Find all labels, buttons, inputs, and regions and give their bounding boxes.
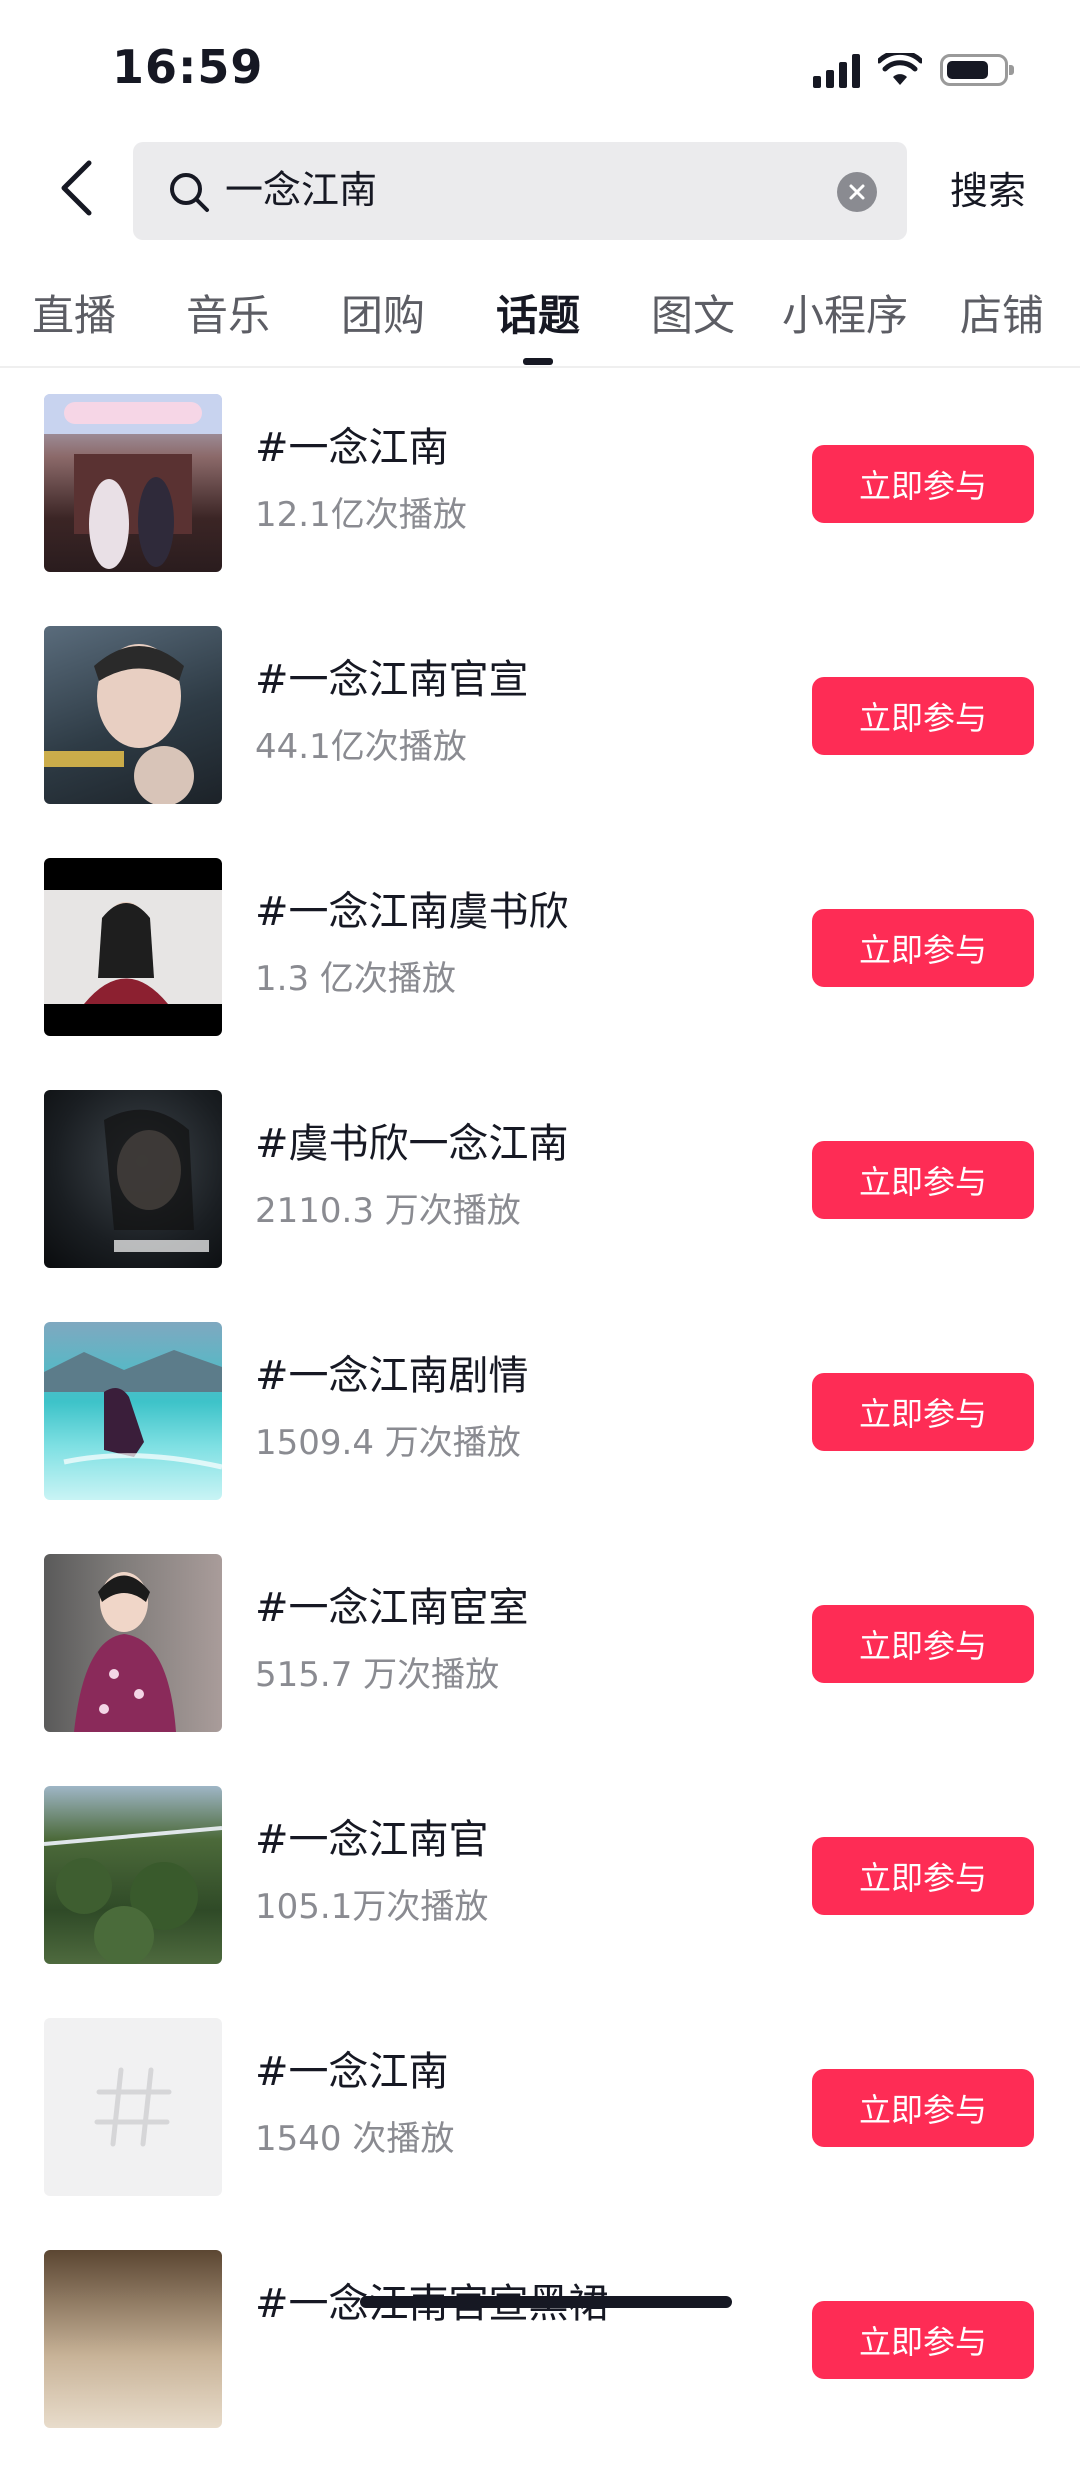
tab-group-buy[interactable]: 团购 [341, 288, 425, 344]
join-button[interactable]: 立即参与 [812, 1837, 1034, 1915]
topic-name: #一念江南剧情 [255, 1353, 529, 1399]
topic-play-count: 515.7 万次播放 [255, 1655, 500, 1695]
battery-icon [940, 54, 1014, 86]
tab-image-text[interactable]: 图文 [651, 288, 735, 344]
close-icon [849, 184, 865, 200]
join-button[interactable]: 立即参与 [812, 1141, 1034, 1219]
topic-name: #虞书欣一念江南 [255, 1121, 569, 1167]
tab-topics[interactable]: 话题 [496, 288, 580, 344]
search-input[interactable]: 一念江南 [133, 142, 907, 240]
join-button[interactable]: 立即参与 [812, 2069, 1034, 2147]
topic-thumbnail [44, 1322, 222, 1500]
topic-play-count: 12.1亿次播放 [255, 495, 467, 535]
join-button[interactable]: 立即参与 [812, 445, 1034, 523]
list-item[interactable]: #一念江南 12.1亿次播放 立即参与 [0, 378, 1080, 610]
topic-name: #一念江南官 [255, 1817, 489, 1863]
list-item[interactable]: #一念江南官 105.1万次播放 立即参与 [0, 1770, 1080, 2002]
topic-play-count: 1509.4 万次播放 [255, 1423, 521, 1463]
list-item[interactable]: #一念江南官宣 44.1亿次播放 立即参与 [0, 610, 1080, 842]
join-button[interactable]: 立即参与 [812, 677, 1034, 755]
wifi-icon [878, 53, 922, 85]
topic-thumbnail [44, 1090, 222, 1268]
status-time: 16:59 [112, 40, 264, 94]
category-tabs: 直播 音乐 团购 话题 图文 小程序 店铺 [0, 270, 1080, 368]
topic-thumbnail [44, 858, 222, 1036]
clear-icon[interactable] [837, 172, 877, 212]
topic-thumbnail [44, 2250, 222, 2428]
hashtag-icon [94, 2067, 172, 2147]
active-tab-indicator [523, 358, 553, 365]
chevron-left-icon [61, 160, 92, 216]
tab-mini-programs[interactable]: 小程序 [782, 288, 908, 344]
tab-music[interactable]: 音乐 [186, 288, 270, 344]
status-icons [813, 48, 1014, 92]
join-button[interactable]: 立即参与 [812, 1373, 1034, 1451]
list-item[interactable]: #一念江南官宣黑裙 立即参与 [0, 2234, 1080, 2466]
topic-thumbnail [44, 1786, 222, 1964]
back-button[interactable] [44, 156, 108, 220]
cellular-signal-icon [813, 52, 860, 88]
list-item[interactable]: #一念江南 1540 次播放 立即参与 [0, 2002, 1080, 2234]
topic-name: #一念江南宦室 [255, 1585, 529, 1631]
join-button[interactable]: 立即参与 [812, 2301, 1034, 2379]
join-button[interactable]: 立即参与 [812, 909, 1034, 987]
topic-play-count: 2110.3 万次播放 [255, 1191, 521, 1231]
topic-list: #一念江南 12.1亿次播放 立即参与 #一念江南官宣 44.1亿次播放 立即参… [0, 378, 1080, 2466]
join-button[interactable]: 立即参与 [812, 1605, 1034, 1683]
tab-stores[interactable]: 店铺 [960, 288, 1044, 344]
topic-play-count: 1.3 亿次播放 [255, 959, 456, 999]
topic-play-count: 44.1亿次播放 [255, 727, 467, 767]
topic-name: #一念江南官宣 [255, 657, 529, 703]
search-icon [170, 173, 209, 212]
list-item[interactable]: #虞书欣一念江南 2110.3 万次播放 立即参与 [0, 1074, 1080, 1306]
status-bar: 16:59 [0, 0, 1080, 130]
topic-name: #一念江南虞书欣 [255, 889, 569, 935]
list-item[interactable]: #一念江南宦室 515.7 万次播放 立即参与 [0, 1538, 1080, 1770]
search-row: 一念江南 搜索 [0, 138, 1080, 242]
search-button[interactable]: 搜索 [950, 166, 1026, 216]
topic-thumbnail [44, 394, 222, 572]
topic-thumbnail [44, 1554, 222, 1732]
search-query: 一念江南 [225, 168, 378, 212]
list-item[interactable]: #一念江南虞书欣 1.3 亿次播放 立即参与 [0, 842, 1080, 1074]
topic-play-count: 1540 次播放 [255, 2119, 455, 2159]
home-indicator[interactable] [360, 2296, 732, 2308]
topic-play-count: 105.1万次播放 [255, 1887, 489, 1927]
list-item[interactable]: #一念江南剧情 1509.4 万次播放 立即参与 [0, 1306, 1080, 1538]
topic-thumbnail [44, 2018, 222, 2196]
topic-name: #一念江南 [255, 425, 449, 471]
tab-live[interactable]: 直播 [32, 288, 116, 344]
topic-thumbnail [44, 626, 222, 804]
topic-name: #一念江南 [255, 2049, 449, 2095]
